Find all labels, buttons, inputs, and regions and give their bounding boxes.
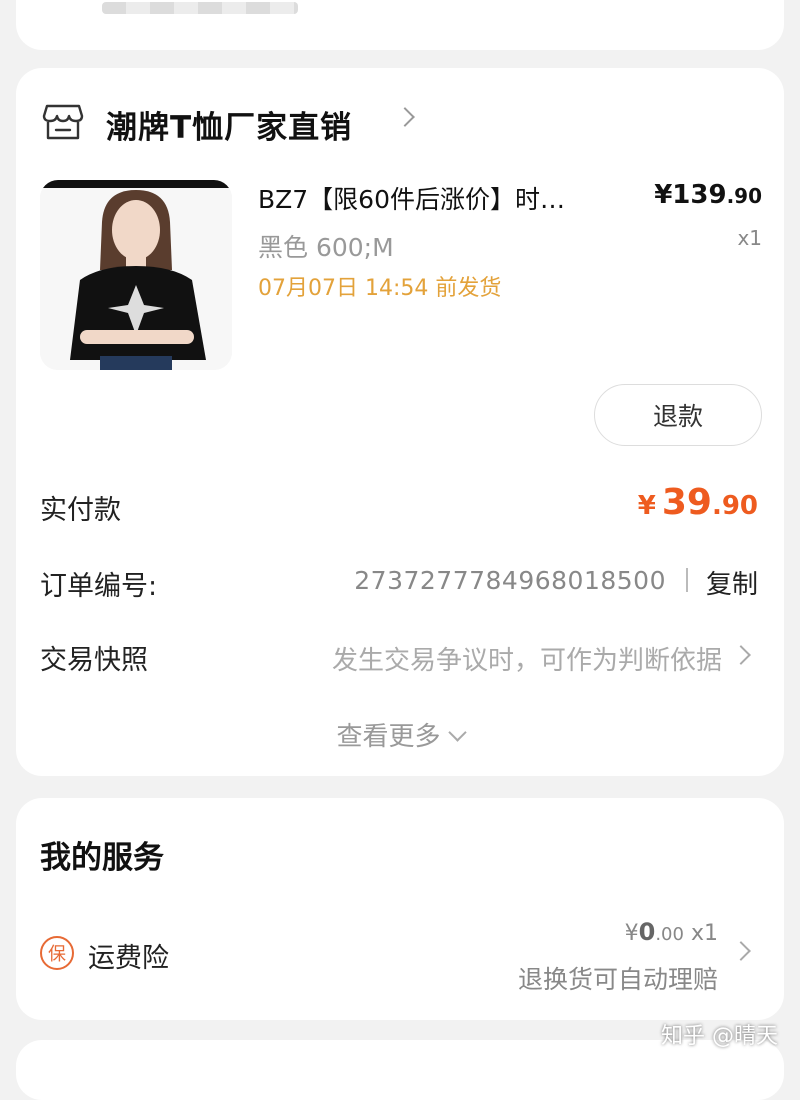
ship-time: 07月07日 14:54 前发货 [258, 276, 502, 301]
view-more-button[interactable]: 查看更多 [16, 716, 784, 753]
divider [686, 568, 688, 592]
product-price: ¥139.90 [654, 180, 762, 210]
currency-symbol: ¥ [654, 180, 673, 210]
order-card: 潮牌T恤厂家直销 BZ7【限60件后涨价】时… 黑色 600;M 07月07日 … [16, 68, 784, 776]
currency-symbol: ¥ [624, 921, 639, 946]
service-price-integer: 0 [638, 918, 656, 946]
service-price: ¥0.00 x1 [625, 918, 718, 946]
shop-name[interactable]: 潮牌T恤厂家直销 [106, 102, 352, 147]
snapshot-description[interactable]: 发生交易争议时，可作为判断依据 [332, 640, 722, 677]
service-description: 退换货可自动理赔 [517, 965, 718, 994]
previous-card [16, 0, 784, 50]
chevron-down-icon [447, 723, 467, 742]
blurred-text [102, 2, 298, 14]
product-spec: 黑色 600;M [258, 233, 394, 262]
paid-amount: ¥39.90 [638, 482, 758, 523]
paid-decimal: .90 [711, 491, 758, 521]
order-number-label: 订单编号: [40, 571, 158, 602]
chevron-right-icon[interactable] [731, 941, 751, 961]
order-number: 2737277784968018500 [354, 566, 666, 595]
watermark: 知乎 @晴天 [661, 1024, 778, 1049]
paid-integer: 39 [661, 482, 712, 523]
currency-symbol: ¥ [637, 491, 656, 521]
refund-button[interactable]: 退款 [594, 384, 762, 446]
paid-label: 实付款 [40, 495, 121, 526]
insurance-icon: 保 [40, 936, 74, 970]
product-image [40, 180, 232, 370]
price-integer: 139 [672, 180, 727, 210]
view-more-label: 查看更多 [336, 722, 441, 752]
chevron-right-icon[interactable] [395, 107, 415, 127]
service-price-decimal: .00 [655, 924, 684, 945]
service-card: 我的服务 保 运费险 ¥0.00 x1 退换货可自动理赔 [16, 798, 784, 1020]
snapshot-label[interactable]: 交易快照 [40, 638, 148, 677]
copy-button[interactable]: 复制 [706, 564, 758, 601]
service-quantity: x1 [690, 921, 718, 946]
product-title[interactable]: BZ7【限60件后涨价】时… [258, 180, 565, 216]
shop-icon [42, 104, 84, 140]
service-title: 我的服务 [40, 840, 164, 876]
service-name[interactable]: 运费险 [88, 936, 169, 975]
price-decimal: .90 [726, 184, 762, 208]
chevron-right-icon[interactable] [731, 645, 751, 665]
product-thumbnail[interactable] [40, 180, 232, 370]
product-quantity: x1 [737, 226, 762, 250]
